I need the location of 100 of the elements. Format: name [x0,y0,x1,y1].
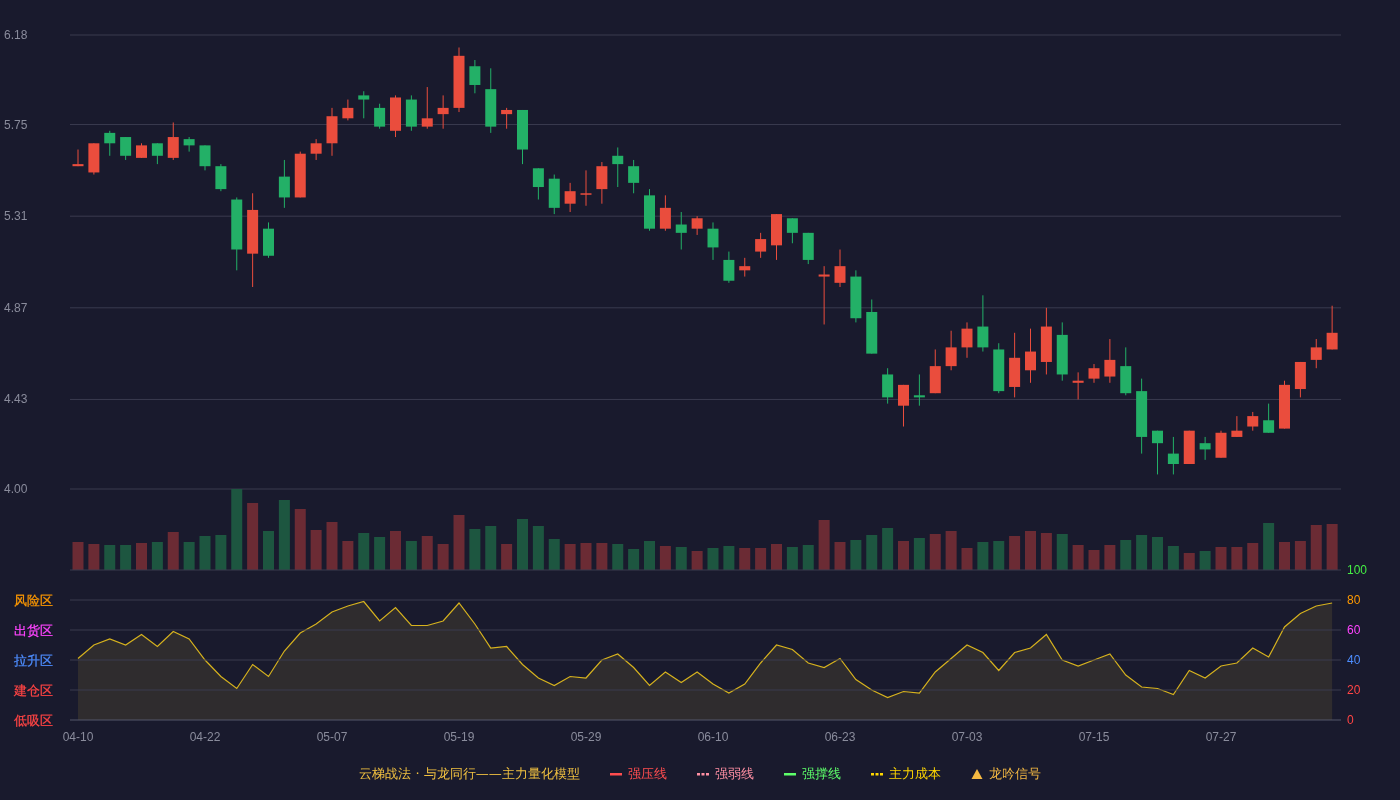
candlestick [1040,307,1052,375]
candlestick [1056,321,1068,382]
volume-bar [1247,543,1259,570]
volume-bar [263,531,274,570]
candlestick [548,174,560,215]
volume-bar [1152,537,1163,570]
candlestick [437,94,449,130]
volume-bar [850,540,862,570]
candlestick [421,86,433,130]
candlestick [1104,338,1116,384]
volume-bar [405,541,417,570]
volume-bar [310,530,322,570]
volume-bar [136,543,147,570]
volume-bar [913,538,925,570]
volume-bar [659,546,671,570]
volume-bar [421,536,433,570]
candlestick [532,167,544,200]
y-axis-label: 5.75 [4,117,28,132]
volume-bar [707,548,719,570]
candlestick [405,94,417,132]
volume-bar [151,542,163,570]
candlestick [596,161,608,205]
date-label: 07-15 [1078,730,1110,744]
candlestick [612,146,624,188]
candlestick [739,257,751,278]
candlestick [913,373,925,407]
date-label: 05-29 [570,730,602,744]
volume-bar [755,548,767,570]
candlestick [1152,430,1163,475]
volume-bar [215,535,227,570]
volume-bar [501,544,513,570]
volume-bar [72,542,84,570]
volume-bar [1215,547,1227,570]
volume-bar [278,500,290,570]
candlestick [691,215,703,236]
candlestick [342,99,354,121]
candlestick [898,384,909,427]
candlestick [501,107,513,130]
candlestick [453,47,465,113]
candlestick [1072,371,1084,400]
volume-bar [532,526,544,570]
y-axis-label: 100 [1347,563,1368,577]
candlestick [1294,361,1306,398]
y-axis-label: 0 [1347,713,1354,727]
volume-bar [1056,534,1068,570]
legend-title: 云梯战法 · 与龙同行——主力量化模型 [359,765,580,783]
candlestick [88,142,100,176]
candlestick [485,67,497,134]
volume-bar [977,542,989,570]
candlestick [628,159,640,194]
candlestick [167,121,179,161]
candlestick [358,90,370,119]
date-label: 04-10 [62,730,94,744]
candlestick [199,144,211,171]
candlestick [183,136,195,153]
candlestick [1120,346,1132,396]
date-label: 06-23 [824,730,856,744]
candlestick [675,211,687,250]
volume-bar [1231,547,1243,570]
volume-bar [929,534,941,570]
candlestick [755,232,767,259]
candlestick [659,194,671,232]
volume-bar [818,520,830,570]
date-label: 07-03 [951,730,983,744]
legend-label: 强撑线 [801,765,841,783]
volume-bar [580,543,592,570]
volume-bar [485,526,497,570]
volume-bar [167,532,179,570]
volume-bar [469,529,481,570]
date-label: 05-19 [443,730,475,744]
y-axis-label: 40 [1347,653,1361,667]
volume-bar [342,541,354,570]
candlestick [945,330,957,371]
volume-bar [945,531,957,570]
candlestick [580,169,592,207]
candlestick [1167,436,1179,475]
volume-bar [691,551,703,570]
candlestick [1263,403,1275,434]
candlestick [263,221,274,259]
legend-label: 强弱线 [714,765,754,783]
candlestick [469,59,481,94]
zone-label: 拉升区 [14,653,53,668]
candlestick [310,138,322,161]
candlestick [818,265,830,325]
volume-bar [358,533,370,570]
candlestick [866,299,878,355]
y-axis-label: 5.31 [4,209,28,224]
candlestick [723,251,735,284]
volume-bar [612,544,624,570]
volume-bar [802,545,814,570]
volume-bar [866,535,878,570]
candlestick [374,103,386,130]
volume-bar [390,531,401,570]
volume-bar [961,548,973,570]
legend-label: 主力成本 [888,765,941,783]
volume-bar [326,522,338,570]
candlestick [786,217,798,244]
volume-bar [453,515,465,570]
date-label: 06-10 [697,730,729,744]
date-label: 05-07 [316,730,348,744]
